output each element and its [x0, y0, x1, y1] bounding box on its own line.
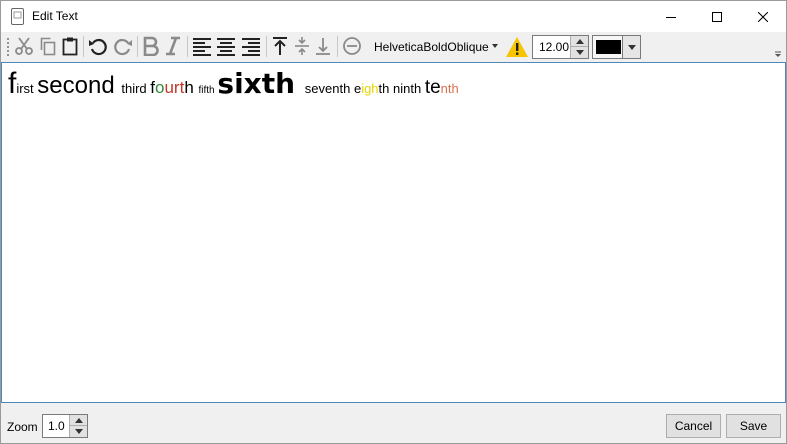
toolbar-grip[interactable] — [6, 37, 10, 57]
align-center-icon — [217, 38, 235, 56]
zoom-stepper[interactable]: 1.0 — [42, 414, 88, 438]
toolbar-separator — [83, 36, 84, 57]
minimize-icon — [666, 16, 676, 18]
zoom-spin-buttons — [69, 415, 87, 437]
paste-button[interactable] — [59, 35, 81, 57]
rich-text-editor[interactable]: first second third fourth fifth sixth se… — [1, 62, 786, 403]
undo-button[interactable] — [87, 35, 109, 57]
font-size-spin-buttons — [570, 36, 588, 58]
zoom-increase-button[interactable] — [70, 415, 87, 426]
close-icon — [758, 11, 768, 22]
maximize-icon — [712, 11, 722, 22]
arrow-up-icon — [575, 38, 584, 44]
title-bar: Edit Text — [1, 1, 786, 32]
toolbar-overflow-icon[interactable] — [773, 49, 783, 59]
edit-text-window: Edit Text HelveticaBoldOblique 12.00 fir… — [0, 0, 787, 444]
font-size-increase-button[interactable] — [571, 36, 588, 47]
text-run: h — [184, 78, 199, 97]
toolbar-separator — [137, 36, 138, 57]
align-bottom-button[interactable] — [312, 35, 334, 57]
align-middle-icon — [295, 37, 309, 55]
undo-icon — [89, 38, 107, 56]
clipboard-icon — [62, 37, 78, 56]
font-size-decrease-button[interactable] — [571, 47, 588, 58]
arrow-down-icon — [74, 429, 83, 434]
text-color-swatch — [596, 40, 621, 54]
toolbar-separator — [266, 36, 267, 57]
font-family-value: HelveticaBoldOblique — [374, 39, 489, 54]
no-style-button[interactable] — [341, 35, 363, 57]
align-bottom-icon — [316, 38, 330, 55]
zoom-value: 1.0 — [48, 419, 65, 433]
text-color-picker[interactable] — [592, 35, 641, 59]
align-middle-button[interactable] — [291, 35, 313, 57]
editor-content: first second third fourth fifth sixth se… — [8, 69, 459, 99]
align-top-button[interactable] — [269, 35, 291, 57]
text-run: second — [37, 72, 122, 99]
font-family-dropdown[interactable]: HelveticaBoldOblique — [368, 36, 502, 57]
copy-icon — [40, 37, 56, 56]
window-title: Edit Text — [32, 9, 78, 23]
text-run: irst — [16, 81, 38, 96]
redo-icon — [114, 38, 132, 56]
bold-icon — [143, 36, 159, 56]
warning-icon — [506, 37, 528, 57]
toolbar: HelveticaBoldOblique 12.00 — [1, 32, 786, 61]
arrow-up-icon — [74, 417, 83, 423]
text-run: igh — [361, 81, 379, 96]
align-center-button[interactable] — [215, 35, 237, 57]
align-left-button[interactable] — [191, 35, 213, 57]
text-run: fifth — [198, 85, 218, 96]
chevron-down-icon — [492, 44, 498, 48]
text-run: th ninth — [378, 81, 425, 96]
save-button[interactable]: Save — [726, 414, 781, 438]
align-right-button[interactable] — [240, 35, 262, 57]
bold-button[interactable] — [140, 35, 162, 57]
font-size-value: 12.00 — [539, 40, 570, 54]
text-run: sixth — [217, 67, 305, 100]
text-color-dropdown-button[interactable] — [622, 36, 640, 58]
align-left-icon — [193, 38, 211, 56]
italic-icon — [166, 36, 180, 56]
copy-button[interactable] — [37, 35, 59, 57]
scissors-icon — [15, 37, 33, 55]
italic-button[interactable] — [162, 35, 184, 57]
close-button[interactable] — [740, 1, 786, 32]
remove-circle-icon — [343, 37, 361, 55]
align-top-icon — [273, 37, 287, 55]
cancel-button[interactable]: Cancel — [666, 414, 721, 438]
toolbar-separator — [187, 36, 188, 57]
chevron-down-icon — [627, 44, 636, 50]
text-run: nth — [440, 81, 459, 96]
cut-button[interactable] — [13, 35, 35, 57]
zoom-decrease-button[interactable] — [70, 426, 87, 437]
minimize-button[interactable] — [648, 1, 694, 32]
align-right-icon — [242, 38, 260, 56]
text-run: seventh — [304, 81, 354, 96]
font-size-stepper[interactable]: 12.00 — [532, 35, 589, 59]
text-run: urt — [164, 78, 185, 97]
text-run: third — [121, 81, 151, 96]
arrow-down-icon — [575, 50, 584, 55]
toolbar-separator — [337, 36, 338, 57]
document-icon — [11, 8, 24, 25]
zoom-label: Zoom — [7, 420, 38, 434]
redo-button[interactable] — [112, 35, 134, 57]
text-run: te — [424, 77, 441, 98]
maximize-button[interactable] — [694, 1, 740, 32]
